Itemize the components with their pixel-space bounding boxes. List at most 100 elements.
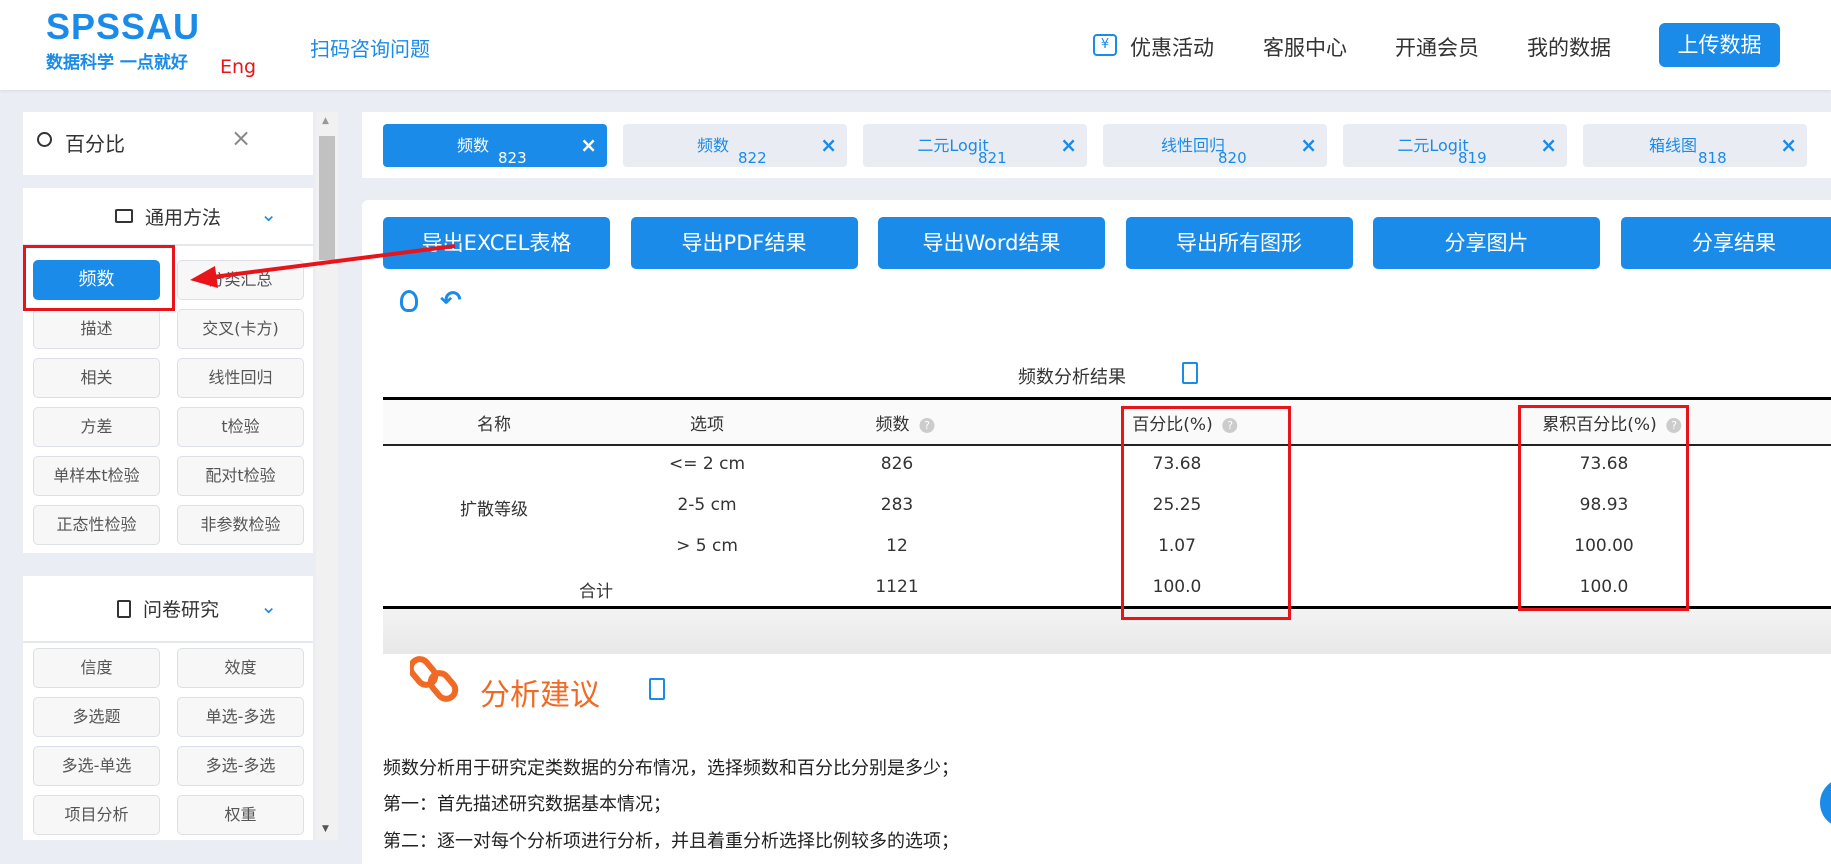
row-name: 扩散等级	[460, 500, 528, 520]
table-cell: 826	[880, 454, 914, 474]
table-cell: > 5 cm	[676, 536, 738, 556]
total-freq: 1121	[875, 577, 919, 597]
header-label: 名称	[477, 415, 511, 435]
copy-icon[interactable]	[649, 678, 665, 700]
result-tab[interactable]: 二元Logit 819 ×	[1343, 124, 1567, 167]
advice-line: 频数分析用于研究定类数据的分布情况，选择频数和百分比分别是多少；	[383, 758, 959, 779]
result-tab[interactable]: 线性回归 820 ×	[1103, 124, 1327, 167]
clear-search-icon[interactable]: ×	[231, 124, 251, 152]
column-header: 频数?	[876, 410, 935, 435]
nav-membership[interactable]: 开通会员	[1395, 32, 1479, 62]
close-tab-icon[interactable]: ×	[820, 133, 837, 157]
language-switch[interactable]: Eng	[220, 56, 256, 78]
method-button[interactable]: 项目分析	[33, 795, 160, 835]
close-tab-icon[interactable]: ×	[1060, 133, 1077, 157]
total-label: 合计	[579, 582, 613, 602]
method-button[interactable]: 线性回归	[177, 358, 304, 398]
tab-label: 线性回归	[1160, 136, 1225, 155]
result-tab[interactable]: 频数 823 ×	[383, 124, 607, 167]
copy-icon[interactable]	[1182, 362, 1198, 384]
result-tab[interactable]: 箱线图 818 ×	[1583, 124, 1807, 167]
nav-service-center[interactable]: 客服中心	[1263, 32, 1347, 62]
category-header-general[interactable]: 通用方法 ⌄	[23, 188, 313, 246]
nav-promotions[interactable]: 优惠活动	[1130, 32, 1214, 62]
tab-label: 频数	[456, 136, 489, 155]
help-icon[interactable]: ?	[919, 417, 935, 433]
sidebar-scrollbar[interactable]: ▲ ▼	[316, 112, 338, 840]
table-footer-band	[383, 609, 1831, 654]
method-button[interactable]: 相关	[33, 358, 160, 398]
folder-icon	[114, 209, 133, 223]
table-cell: 283	[880, 495, 914, 515]
share-result-button[interactable]: 分享结果	[1620, 217, 1831, 269]
tab-number: 821	[978, 149, 1007, 167]
method-button[interactable]: 正态性检验	[33, 505, 160, 545]
method-search[interactable]: 百分比 ×	[23, 112, 313, 175]
category-title: 问卷研究	[142, 599, 219, 621]
scroll-up-icon[interactable]: ▲	[322, 116, 329, 126]
export-figures-button[interactable]: 导出所有图形	[1125, 217, 1353, 269]
tab-number: 823	[498, 149, 527, 167]
column-header: 选项	[690, 410, 724, 435]
chain-link-icon	[407, 654, 460, 704]
upload-data-button[interactable]: 上传数据	[1659, 23, 1780, 67]
export-pdf-button[interactable]: 导出PDF结果	[630, 217, 858, 269]
nav-my-data[interactable]: 我的数据	[1527, 32, 1611, 62]
top-header: SPSSAU 数据科学 一点就好 Eng 扫码咨询问题 ¥ 优惠活动 客服中心 …	[0, 0, 1831, 90]
search-icon	[37, 132, 52, 147]
advice-line: 第二：逐一对每个分析项进行分析，并且着重分析选择比例较多的选项；	[383, 831, 959, 852]
chevron-down-icon: ⌄	[260, 594, 277, 618]
table-cell: 2-5 cm	[677, 495, 737, 515]
column-header: 名称	[477, 410, 511, 435]
document-icon	[116, 599, 131, 618]
table-title: 频数分析结果	[1018, 367, 1126, 388]
close-tab-icon[interactable]: ×	[1780, 133, 1797, 157]
export-excel-button[interactable]: 导出EXCEL表格	[383, 217, 610, 269]
result-tab[interactable]: 频数 822 ×	[623, 124, 847, 167]
export-word-button[interactable]: 导出Word结果	[878, 217, 1105, 269]
method-button[interactable]: 多选-多选	[177, 746, 304, 786]
chevron-down-icon: ⌄	[260, 202, 277, 226]
method-button[interactable]: 多选-单选	[33, 746, 160, 786]
lightbulb-icon[interactable]	[400, 290, 418, 312]
highlight-box-percent	[1121, 406, 1291, 620]
method-button[interactable]: 多选题	[33, 697, 160, 737]
method-button[interactable]: 单选-多选	[177, 697, 304, 737]
method-button[interactable]: 配对t检验	[177, 456, 304, 496]
tab-number: 819	[1458, 149, 1487, 167]
scrollbar-thumb[interactable]	[319, 136, 335, 260]
table-cell: 12	[886, 536, 908, 556]
method-button[interactable]: 方差	[33, 407, 160, 447]
method-button[interactable]: 描述	[33, 309, 160, 349]
method-button[interactable]: 单样本t检验	[33, 456, 160, 496]
scroll-down-icon[interactable]: ▼	[322, 824, 329, 834]
tab-label: 频数	[696, 136, 729, 155]
method-button[interactable]: 交叉(卡方)	[177, 309, 304, 349]
close-tab-icon[interactable]: ×	[1540, 133, 1557, 157]
tab-label: 二元Logit	[1397, 136, 1469, 155]
coupon-icon: ¥	[1093, 34, 1117, 56]
highlight-box	[23, 245, 175, 311]
highlight-box-cumulative	[1518, 405, 1689, 611]
header-label: 选项	[690, 415, 724, 435]
method-button[interactable]: 效度	[177, 648, 304, 688]
result-tab[interactable]: 二元Logit 821 ×	[863, 124, 1087, 167]
method-button[interactable]: 非参数检验	[177, 505, 304, 545]
close-tab-icon[interactable]: ×	[1300, 133, 1317, 157]
tab-label: 箱线图	[1648, 136, 1697, 155]
method-button[interactable]: t检验	[177, 407, 304, 447]
advice-title: 分析建议	[480, 678, 600, 713]
method-button[interactable]: 权重	[177, 795, 304, 835]
logo[interactable]: SPSSAU	[46, 6, 200, 48]
category-header-survey[interactable]: 问卷研究 ⌄	[23, 576, 313, 643]
undo-icon[interactable]: ↶	[440, 286, 462, 316]
method-button[interactable]: 分类汇总	[177, 260, 304, 300]
scan-consult-link[interactable]: 扫码咨询问题	[310, 33, 430, 62]
method-button[interactable]: 信度	[33, 648, 160, 688]
search-input[interactable]: 百分比	[65, 128, 125, 157]
tab-number: 820	[1218, 149, 1247, 167]
tab-number: 822	[738, 149, 767, 167]
close-tab-icon[interactable]: ×	[580, 133, 597, 157]
header-label: 频数	[875, 415, 910, 435]
share-image-button[interactable]: 分享图片	[1373, 217, 1600, 269]
